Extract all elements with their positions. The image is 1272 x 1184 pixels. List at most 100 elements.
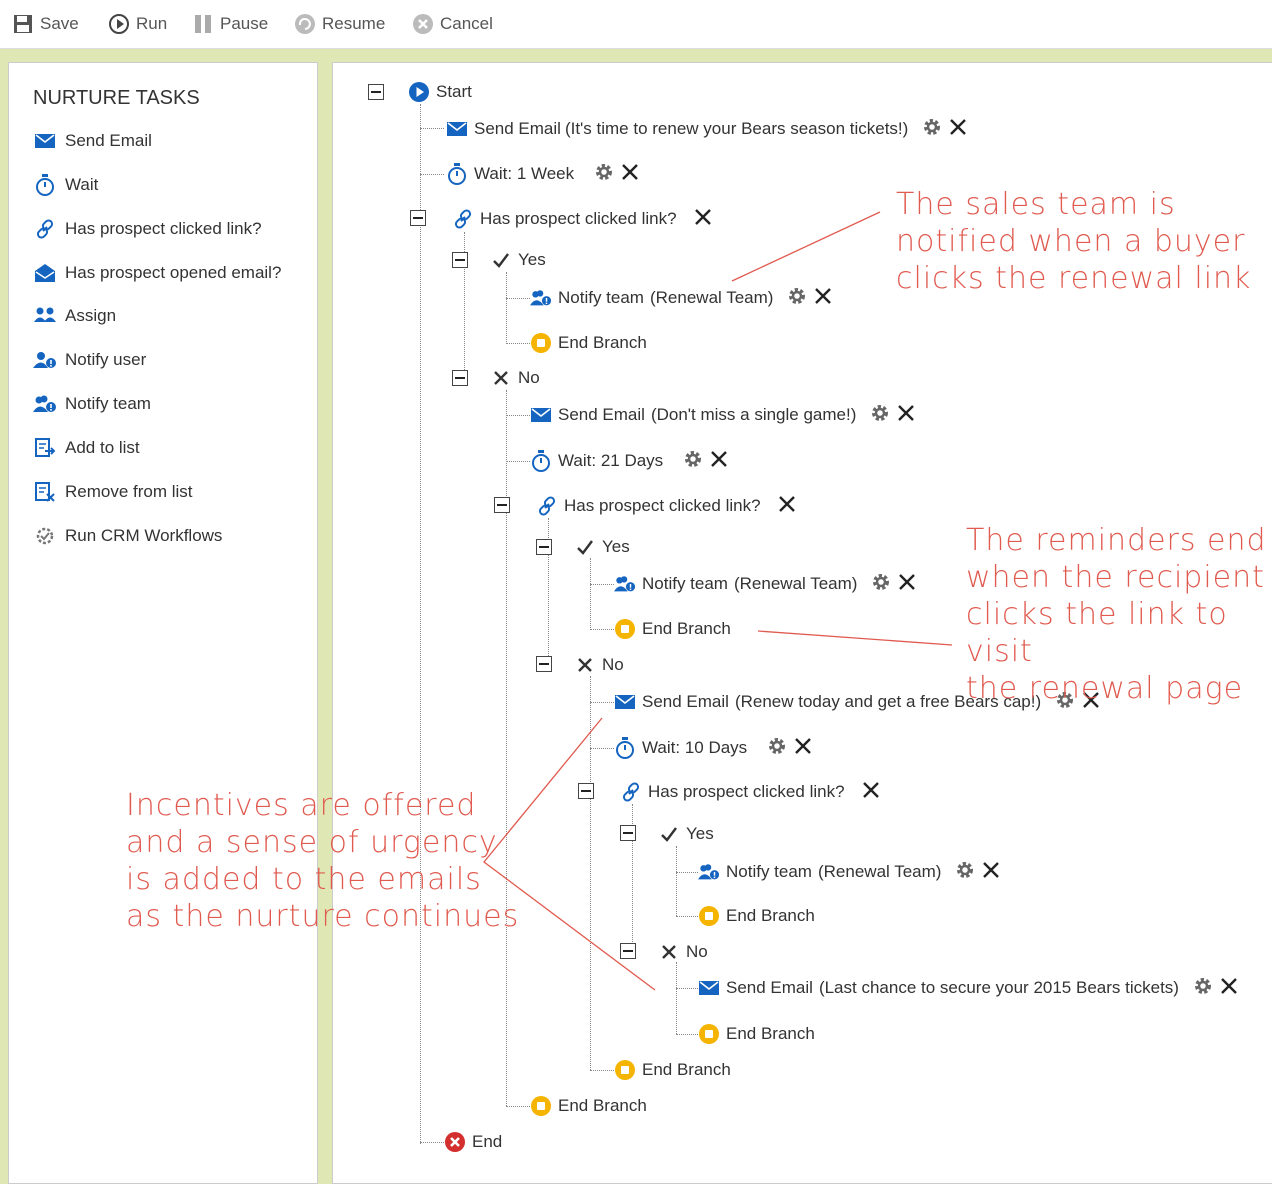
task-remove-from-list[interactable]: Remove from list xyxy=(33,479,193,505)
collapse-toggle[interactable] xyxy=(452,370,468,386)
checkmark-icon xyxy=(658,823,680,845)
gear-icon[interactable] xyxy=(955,860,975,885)
gear-icon[interactable] xyxy=(870,403,890,428)
node-end-branch[interactable]: End Branch xyxy=(698,1021,815,1047)
gear-icon[interactable] xyxy=(787,286,807,311)
delete-icon[interactable] xyxy=(620,162,640,187)
node-end-branch[interactable]: End Branch xyxy=(698,903,815,929)
delete-icon[interactable] xyxy=(1219,976,1239,1001)
gear-icon[interactable] xyxy=(767,736,787,761)
collapse-toggle[interactable] xyxy=(620,943,636,959)
task-notify-team[interactable]: Notify team xyxy=(33,391,151,417)
cancel-icon xyxy=(413,14,433,34)
node-label: Yes xyxy=(518,250,546,269)
gear-icon[interactable] xyxy=(683,449,703,474)
save-label: Save xyxy=(40,14,79,33)
node-start[interactable]: Start xyxy=(408,79,472,105)
task-add-to-list[interactable]: Add to list xyxy=(33,435,140,461)
node-notify-team[interactable]: Notify team (Renewal Team) xyxy=(530,285,833,311)
node-send-email[interactable]: Send Email (It's time to renew your Bears… xyxy=(446,116,968,142)
gear-icon[interactable] xyxy=(922,117,942,142)
node-notify-team[interactable]: Notify team (Renewal Team) xyxy=(698,859,1001,885)
end-branch-icon xyxy=(698,1023,720,1045)
collapse-toggle[interactable] xyxy=(536,656,552,672)
resume-button[interactable]: Resume xyxy=(294,12,385,36)
node-end-branch[interactable]: End Branch xyxy=(614,616,731,642)
delete-icon[interactable] xyxy=(896,403,916,428)
pause-label: Pause xyxy=(220,14,269,33)
node-has-clicked-link[interactable]: Has prospect clicked link? xyxy=(452,206,713,232)
stopwatch-icon xyxy=(530,450,552,472)
delete-icon[interactable] xyxy=(777,494,797,519)
collapse-toggle[interactable] xyxy=(494,497,510,513)
task-has-opened-email[interactable]: Has prospect opened email? xyxy=(33,260,281,286)
node-wait[interactable]: Wait: 10 Days xyxy=(614,735,813,761)
workflow-icon xyxy=(33,524,57,548)
node-label: End Branch xyxy=(642,619,731,638)
branch-yes[interactable]: Yes xyxy=(658,821,714,847)
tree-line xyxy=(676,988,698,989)
tree-line xyxy=(590,558,591,630)
node-end-branch[interactable]: End Branch xyxy=(614,1057,731,1083)
pause-button[interactable]: Pause xyxy=(192,12,268,36)
node-label: Send Email xyxy=(726,978,813,997)
email-subject: (Last chance to secure your 2015 Bears t… xyxy=(818,978,1179,997)
node-notify-team[interactable]: Notify team (Renewal Team) xyxy=(614,571,917,597)
node-label: End Branch xyxy=(726,906,815,925)
branch-yes[interactable]: Yes xyxy=(490,247,546,273)
branch-yes[interactable]: Yes xyxy=(574,534,630,560)
node-end-branch[interactable]: End Branch xyxy=(530,330,647,356)
task-label: Notify user xyxy=(65,350,147,369)
node-wait[interactable]: Wait: 21 Days xyxy=(530,448,729,474)
task-send-email[interactable]: Send Email xyxy=(33,128,152,154)
task-label: Has prospect clicked link? xyxy=(65,219,262,238)
delete-icon[interactable] xyxy=(693,207,713,232)
node-label: Start xyxy=(436,82,472,101)
node-send-email[interactable]: Send Email (Last chance to secure your 20… xyxy=(698,975,1239,1001)
task-has-clicked-link[interactable]: Has prospect clicked link? xyxy=(33,216,262,242)
node-wait[interactable]: Wait: 1 Week xyxy=(446,161,640,187)
task-notify-user[interactable]: Notify user xyxy=(33,347,146,373)
delete-icon[interactable] xyxy=(948,117,968,142)
stopwatch-icon xyxy=(33,173,57,197)
tree-line xyxy=(590,702,614,703)
node-end[interactable]: End xyxy=(444,1129,502,1155)
collapse-toggle[interactable] xyxy=(410,210,426,226)
delete-icon[interactable] xyxy=(897,572,917,597)
delete-icon[interactable] xyxy=(861,780,881,805)
collapse-toggle[interactable] xyxy=(620,825,636,841)
gear-icon[interactable] xyxy=(1193,976,1213,1001)
tree-line xyxy=(590,1070,614,1071)
collapse-toggle[interactable] xyxy=(578,783,594,799)
task-run-crm-workflows[interactable]: Run CRM Workflows xyxy=(33,523,222,549)
tree-line xyxy=(420,1142,444,1143)
collapse-toggle[interactable] xyxy=(536,539,552,555)
node-has-clicked-link[interactable]: Has prospect clicked link? xyxy=(620,779,881,805)
branch-no[interactable]: No xyxy=(490,365,540,391)
gear-icon[interactable] xyxy=(594,162,614,187)
branch-no[interactable]: No xyxy=(658,939,708,965)
envelope-icon xyxy=(446,118,468,140)
collapse-toggle[interactable] xyxy=(368,84,384,100)
save-button[interactable]: Save xyxy=(12,12,79,36)
cancel-label: Cancel xyxy=(440,14,493,33)
cancel-button[interactable]: Cancel xyxy=(412,12,493,36)
node-has-clicked-link[interactable]: Has prospect clicked link? xyxy=(536,493,797,519)
save-icon xyxy=(14,15,32,33)
gear-icon[interactable] xyxy=(871,572,891,597)
collapse-toggle[interactable] xyxy=(452,252,468,268)
link-icon xyxy=(452,208,474,230)
run-button[interactable]: Run xyxy=(108,12,167,36)
node-label: No xyxy=(602,655,624,674)
branch-no[interactable]: No xyxy=(574,652,624,678)
task-wait[interactable]: Wait xyxy=(33,172,98,198)
node-send-email[interactable]: Send Email (Don't miss a single game!) xyxy=(530,402,916,428)
delete-icon[interactable] xyxy=(981,860,1001,885)
delete-icon[interactable] xyxy=(793,736,813,761)
delete-icon[interactable] xyxy=(709,449,729,474)
delete-icon[interactable] xyxy=(813,286,833,311)
node-end-branch[interactable]: End Branch xyxy=(530,1093,647,1119)
node-label: Has prospect clicked link? xyxy=(648,782,845,801)
task-assign[interactable]: Assign xyxy=(33,303,116,329)
team-name: (Renewal Team) xyxy=(817,862,942,881)
